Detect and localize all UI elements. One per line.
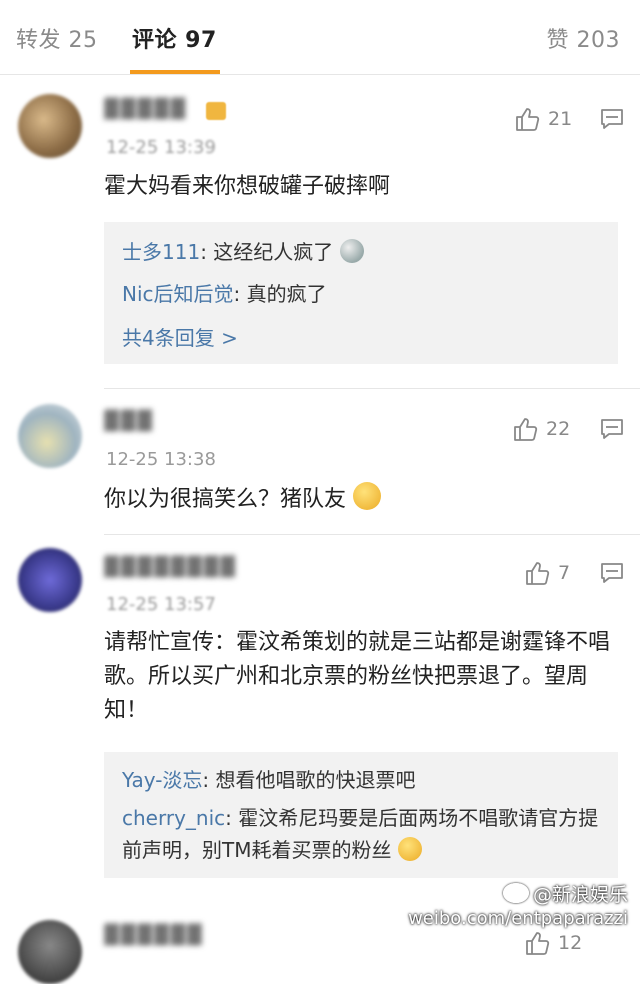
- weibo-logo-icon: [502, 883, 529, 903]
- reply-box[interactable]: 士多111: 这经纪人疯了 Nic后知后觉: 真的疯了 共4条回复 >: [104, 222, 618, 364]
- reply-item: Nic后知后觉: 真的疯了: [122, 278, 327, 307]
- comment-author[interactable]: ▓▓▓▓▓: [104, 98, 187, 120]
- reply-item: Yay-淡忘: 想看他唱歌的快退票吧: [122, 764, 416, 793]
- reply-icon[interactable]: [600, 418, 624, 440]
- thumbs-up-icon: [514, 418, 538, 441]
- tab-comments[interactable]: 评论 97: [132, 22, 217, 54]
- like-button[interactable]: 22: [512, 416, 570, 442]
- active-tab-indicator: [130, 70, 220, 74]
- comment-text: 请帮忙宣传：霍汶希策划的就是三站都是谢霆锋不唱歌。所以买广州和北京票的粉丝快把票…: [104, 630, 611, 723]
- reply-icon[interactable]: [600, 108, 624, 130]
- thumbs-up-icon: [526, 562, 550, 585]
- reply-text: : 想看他唱歌的快退票吧: [202, 768, 416, 792]
- like-count: 22: [546, 418, 571, 440]
- reply-text: : 真的疯了: [233, 282, 327, 306]
- comment-tabs: 转发 25 评论 97 赞 203: [0, 0, 640, 75]
- reply-item: 士多111: 这经纪人疯了: [122, 236, 364, 265]
- reply-item: cherry_nic: 霍汶希尼玛要是后面两场不唱歌请官方提前声明，别TM耗着买…: [122, 802, 602, 866]
- like-count: 12: [558, 932, 583, 954]
- watermark-handle-text: @新浪娱乐: [532, 884, 628, 906]
- reply-author[interactable]: Nic后知后觉: [122, 282, 234, 306]
- tab-repost[interactable]: 转发 25: [16, 22, 98, 54]
- comment-text: 你以为很搞笑么？猪队友: [104, 482, 614, 517]
- thumbs-up-icon: [526, 932, 550, 955]
- thumbs-up-icon: [516, 108, 540, 131]
- avatar[interactable]: [18, 404, 82, 468]
- tab-likes[interactable]: 赞 203: [547, 22, 621, 54]
- comment-time: 12-25 13:38: [106, 449, 216, 470]
- reply-box[interactable]: Yay-淡忘: 想看他唱歌的快退票吧 cherry_nic: 霍汶希尼玛要是后面…: [104, 752, 618, 878]
- badge-icon: [206, 102, 226, 120]
- avatar[interactable]: [18, 548, 82, 612]
- avatar[interactable]: [18, 920, 82, 984]
- shocked-emoji-icon: [339, 239, 364, 263]
- like-button[interactable]: 21: [514, 106, 572, 132]
- like-button[interactable]: 12: [524, 930, 582, 956]
- comment-time: 12-25 13:39: [106, 137, 216, 158]
- more-replies-link[interactable]: 共4条回复 >: [122, 322, 238, 351]
- comment-time: 12-25 13:57: [106, 594, 216, 615]
- reply-text: : 这经纪人疯了: [200, 240, 334, 264]
- reply-author[interactable]: cherry_nic: [122, 806, 225, 830]
- shush-emoji-icon: [353, 482, 382, 510]
- like-count: 7: [558, 562, 571, 584]
- divider: [104, 534, 640, 535]
- like-button[interactable]: 7: [524, 560, 570, 586]
- comment-author[interactable]: ▓▓▓: [104, 410, 154, 432]
- divider: [104, 388, 640, 389]
- watermark-url: weibo.com/entpaparazzi: [408, 908, 628, 929]
- avatar[interactable]: [18, 94, 82, 158]
- comment-author[interactable]: ▓▓▓▓▓▓▓▓: [104, 556, 237, 578]
- comment-text-content: 你以为很搞笑么？猪队友: [104, 487, 347, 512]
- comment-author[interactable]: ▓▓▓▓▓▓: [104, 924, 204, 946]
- watermark-handle: @新浪娱乐: [502, 880, 628, 907]
- reply-author[interactable]: Yay-淡忘: [122, 768, 202, 792]
- laughing-emoji-icon: [397, 837, 422, 861]
- reply-author[interactable]: 士多111: [122, 240, 200, 264]
- like-count: 21: [548, 108, 573, 130]
- comment-text: 霍大妈看来你想破罐子破摔啊: [104, 174, 391, 199]
- reply-icon[interactable]: [600, 562, 624, 584]
